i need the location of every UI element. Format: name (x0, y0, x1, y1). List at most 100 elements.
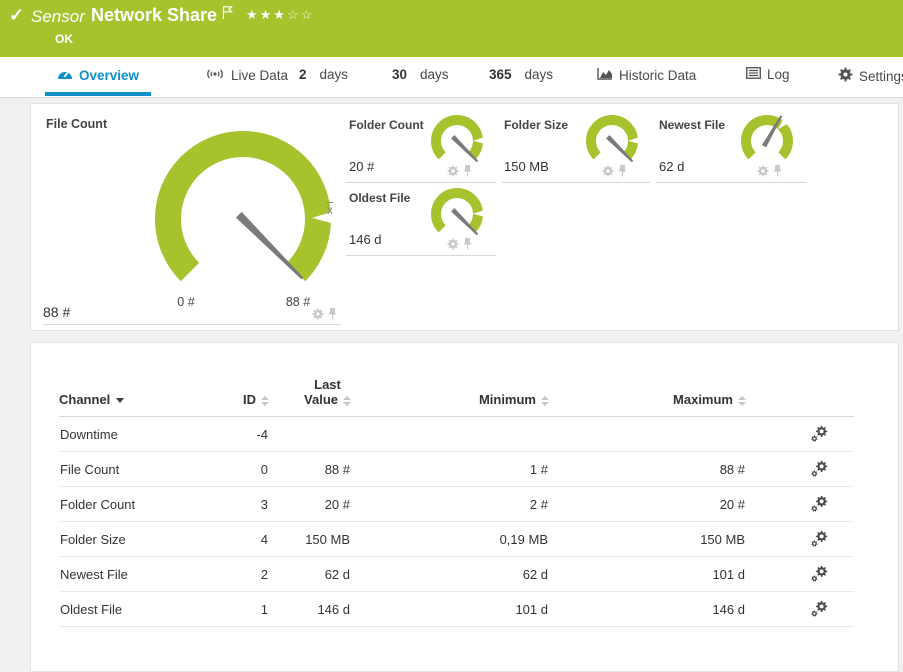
channel-actions-cell (746, 592, 854, 627)
pin-icon[interactable] (463, 237, 472, 255)
channel-name: Folder Count (59, 487, 209, 522)
gauge-settings-gear-icon[interactable] (447, 164, 459, 182)
channel-actions-cell (746, 452, 854, 487)
channel-maximum: 20 # (549, 487, 746, 522)
file-count-gauge (143, 116, 343, 316)
sensor-status-header: ✓ Sensor Network Share ★★★☆☆ OK (0, 0, 903, 57)
channel-maximum: 146 d (549, 592, 746, 627)
channel-settings-icon[interactable] (810, 600, 828, 615)
sort-icon (738, 396, 746, 406)
channel-id: 0 (209, 452, 269, 487)
flag-icon[interactable] (222, 5, 233, 25)
channel-name: Downtime (59, 417, 209, 452)
average-marker-label: x (327, 203, 333, 217)
channel-name: Folder Size (59, 522, 209, 557)
mini-gauge-value: 150 MB (504, 159, 549, 174)
sort-header-maximum[interactable]: Maximum (549, 377, 746, 417)
sort-header-channel[interactable]: Channel (59, 377, 209, 417)
sort-icon (261, 396, 269, 406)
sensor-title: Network Share (91, 5, 217, 26)
tab-overview[interactable]: Overview (57, 67, 139, 83)
channel-settings-icon[interactable] (810, 495, 828, 510)
table-row: Downtime-4 (59, 417, 854, 452)
channel-minimum: 1 # (351, 452, 549, 487)
divider (346, 182, 496, 183)
tab-settings[interactable]: Settings (838, 67, 903, 85)
table-row: Oldest File1146 d101 d146 d (59, 592, 854, 627)
table-row: Folder Size4150 MB0,19 MB150 MB (59, 522, 854, 557)
table-row: File Count088 #1 #88 # (59, 452, 854, 487)
tab-live-data[interactable]: Live Data (205, 67, 288, 84)
divider (43, 324, 341, 325)
object-kind-label: Sensor (31, 7, 85, 27)
sort-header-last-value[interactable]: Last Value (269, 377, 351, 417)
table-header-row: Channel ID Last Value Minimum Maximum (59, 377, 854, 417)
tab-label: days (420, 67, 449, 82)
pin-icon[interactable] (328, 307, 337, 325)
sort-header-minimum[interactable]: Minimum (351, 377, 549, 417)
gauge-settings-gear-icon[interactable] (757, 164, 769, 182)
divider (501, 182, 651, 183)
mini-gauge-label: Oldest File (349, 191, 410, 205)
channel-minimum: 62 d (351, 557, 549, 592)
tab-days[interactable]: 365days (489, 67, 553, 82)
gauge-settings-gear-icon[interactable] (447, 237, 459, 255)
mini-gauge-value: 146 d (349, 232, 382, 247)
tab-label: Overview (79, 68, 139, 83)
live-icon (205, 67, 225, 84)
tab-log[interactable]: Log (746, 67, 790, 82)
gauge-icon (57, 67, 73, 83)
channel-last-value: 150 MB (269, 522, 351, 557)
channel-actions-cell (746, 522, 854, 557)
tab-label: Historic Data (619, 68, 696, 83)
channel-last-value: 146 d (269, 592, 351, 627)
channel-maximum (549, 417, 746, 452)
tab-number: 30 (392, 67, 407, 82)
tab-label: Log (767, 67, 790, 82)
channel-maximum: 150 MB (549, 522, 746, 557)
channel-last-value: 20 # (269, 487, 351, 522)
primary-gauge-value: 88 # (43, 304, 70, 320)
mini-gauge-dial (580, 111, 644, 171)
mini-gauge-dial (425, 111, 489, 171)
channel-id: 2 (209, 557, 269, 592)
table-row: Folder Count320 #2 #20 # (59, 487, 854, 522)
tab-historic-data[interactable]: Historic Data (597, 67, 696, 83)
channel-actions-cell (746, 417, 854, 452)
tab-days[interactable]: 30 days (392, 67, 449, 82)
gear-icon (838, 67, 853, 85)
channel-minimum: 2 # (351, 487, 549, 522)
pin-icon[interactable] (773, 164, 782, 182)
sort-desc-icon (116, 398, 124, 403)
pin-icon[interactable] (618, 164, 627, 182)
tab-label: days (320, 67, 349, 82)
channel-id: 1 (209, 592, 269, 627)
channel-settings-icon[interactable] (810, 565, 828, 580)
channel-actions-cell (746, 487, 854, 522)
channel-minimum: 0,19 MB (351, 522, 549, 557)
pin-icon[interactable] (463, 164, 472, 182)
priority-stars[interactable]: ★★★☆☆ (246, 7, 314, 23)
sort-header-id[interactable]: ID (209, 377, 269, 417)
tab-number: 2 (299, 67, 307, 82)
tab-days[interactable]: 2 days (299, 67, 348, 82)
gauges-panel: File Count x 0 # 88 # 88 # Folder Count2… (30, 103, 899, 331)
table-row: Newest File262 d62 d101 d (59, 557, 854, 592)
log-icon (746, 67, 761, 82)
channel-settings-icon[interactable] (810, 530, 828, 545)
channel-name: Newest File (59, 557, 209, 592)
channel-table: Channel ID Last Value Minimum Maximum Do… (59, 377, 854, 627)
channel-id: -4 (209, 417, 269, 452)
channel-last-value: 62 d (269, 557, 351, 592)
primary-gauge-label: File Count (46, 117, 107, 131)
channel-settings-icon[interactable] (810, 425, 828, 440)
channel-last-value (269, 417, 351, 452)
tab-bar: Overview Live Data 2 days 30 days 365days Histo… (0, 57, 903, 98)
gauge-settings-gear-icon[interactable] (312, 307, 324, 325)
sort-icon (541, 396, 549, 406)
sort-icon (343, 396, 351, 406)
channel-name: Oldest File (59, 592, 209, 627)
channel-settings-icon[interactable] (810, 460, 828, 475)
mini-gauge-label: Folder Size (504, 118, 568, 132)
gauge-settings-gear-icon[interactable] (602, 164, 614, 182)
